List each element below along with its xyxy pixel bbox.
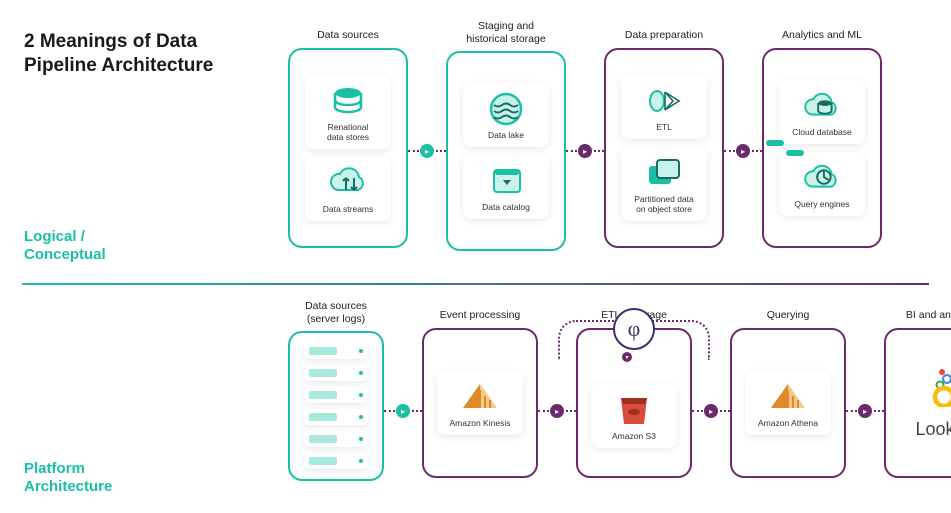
connector: ▸ [692, 410, 730, 412]
stage-header: Analytics and ML [782, 20, 862, 48]
stage: ETL + storageφ▾Amazon S3▸ [576, 300, 692, 478]
stage-header: Staging and historical storage [466, 20, 545, 51]
server-icon [304, 365, 368, 381]
phi-icon: φ [613, 308, 655, 350]
sidelabel-platform: Platform Architecture [24, 460, 112, 496]
athena-icon [766, 379, 810, 415]
stage: QueryingAmazon Athena▸ [730, 300, 846, 478]
server-icon [304, 409, 368, 425]
server-icon [304, 387, 368, 403]
stage-header: BI and analytics [906, 300, 951, 328]
server-icon [304, 431, 368, 447]
tile: Data lake [463, 83, 549, 147]
stage-box: φ▾Amazon S3 [576, 328, 692, 478]
connector: ▸ [384, 410, 422, 412]
stage: Data sources Renational data stores Data s… [288, 20, 408, 248]
arrow-right-icon: ▸ [736, 144, 750, 158]
tile: Amazon Kinesis [437, 371, 523, 435]
connector: ▸ [846, 410, 884, 412]
tile: Data streams [305, 157, 391, 221]
row-platform: Data sources (server logs)▸Event process… [288, 300, 951, 481]
stage: BI and analytics Looker [884, 300, 951, 478]
stage-header: Data sources (server logs) [305, 300, 367, 331]
arrow-right-icon: ▸ [550, 404, 564, 418]
connector: ▸ [538, 410, 576, 412]
stage-box: Data lake Data catalog [446, 51, 566, 251]
accent-dash [786, 150, 804, 156]
arrow-right-icon: ▸ [578, 144, 592, 158]
tile: Data catalog [463, 155, 549, 219]
row-logical: Data sources Renational data stores Data s… [288, 20, 882, 251]
stage-box: Amazon Athena [730, 328, 846, 478]
arrow-right-icon: ▸ [396, 404, 410, 418]
tile-label: Partitioned data on object store [634, 195, 694, 215]
cloud-arrows-icon [326, 165, 370, 201]
tile-label: Query engines [794, 200, 849, 210]
tile-label: Amazon S3 [612, 432, 656, 442]
connector: ▸ [566, 150, 604, 152]
stage-box: Looker [884, 328, 951, 478]
db-icon [326, 83, 370, 119]
stage-box: Amazon Kinesis [422, 328, 538, 478]
lake-icon [484, 91, 528, 127]
stage: Data sources (server logs)▸ [288, 300, 384, 481]
stage-header: Data preparation [625, 20, 703, 48]
stage-header: Querying [767, 300, 810, 328]
arrow-right-icon: ▸ [420, 144, 434, 158]
looker-logo-text: Looker [915, 419, 951, 440]
sidelabel-logical: Logical / Conceptual [24, 228, 106, 264]
tile-label: Renational data stores [327, 123, 369, 143]
catalog-icon [484, 163, 528, 199]
stage-box: ETL Partitioned data on object store [604, 48, 724, 248]
accent-dash [766, 140, 784, 146]
partition-icon [642, 155, 686, 191]
s3-icon [612, 392, 656, 428]
tile: Amazon S3 [591, 384, 677, 448]
arrow-right-icon: ▸ [858, 404, 872, 418]
cloud-query-icon [800, 160, 844, 196]
etl-icon [642, 83, 686, 119]
tile: Cloud database [779, 80, 865, 144]
stage: Data preparation ETL Partitioned data on o… [604, 20, 724, 248]
connector: ▸ [408, 150, 446, 152]
connector: ▸ [724, 150, 762, 152]
tile: Amazon Athena [745, 371, 831, 435]
tile-label: Cloud database [792, 128, 852, 138]
tile: ETL [621, 75, 707, 139]
section-divider [22, 283, 929, 285]
stage-box: Renational data stores Data streams [288, 48, 408, 248]
page-title: 2 Meanings of Data Pipeline Architecture [24, 30, 213, 78]
arrow-down-icon: ▾ [622, 352, 632, 362]
tile: Renational data stores [305, 75, 391, 149]
stage: Staging and historical storageData lakeD… [446, 20, 566, 251]
server-icon [304, 343, 368, 359]
kinesis-icon [458, 379, 502, 415]
cloud-db-icon [800, 88, 844, 124]
stage: Event processingAmazon Kinesis▸ [422, 300, 538, 478]
tile-label: Data streams [323, 205, 374, 215]
tile-label: Data catalog [482, 203, 530, 213]
tile: Query engines [779, 152, 865, 216]
stage-box: Cloud database Query engines [762, 48, 882, 248]
tile-label: Amazon Kinesis [450, 419, 511, 429]
looker-icon [926, 367, 951, 407]
tile-label: ETL [656, 123, 672, 133]
stage: Analytics and ML Cloud database Query engi… [762, 20, 882, 248]
stage-box [288, 331, 384, 481]
tile: Partitioned data on object store [621, 147, 707, 221]
stage-header: Event processing [440, 300, 521, 328]
tile-label: Amazon Athena [758, 419, 818, 429]
stage-header: Data sources [317, 20, 379, 48]
tile-label: Data lake [488, 131, 524, 141]
arrow-right-icon: ▸ [704, 404, 718, 418]
server-icon [304, 453, 368, 469]
